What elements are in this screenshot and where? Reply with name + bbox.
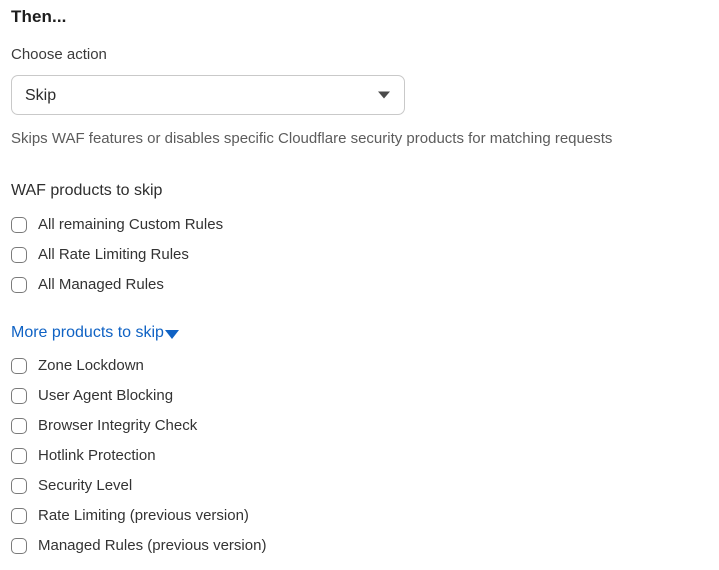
list-item-label: All remaining Custom Rules xyxy=(38,216,224,233)
list-item[interactable]: User Agent Blocking xyxy=(11,381,719,411)
list-item[interactable]: Browser Integrity Check xyxy=(11,411,719,441)
list-item-label: User Agent Blocking xyxy=(38,387,174,404)
list-item[interactable]: Managed Rules (previous version) xyxy=(11,531,719,561)
list-item-label: Rate Limiting (previous version) xyxy=(38,507,249,524)
checkbox-all-managed-rules[interactable] xyxy=(11,277,27,293)
page-title: Then... xyxy=(11,7,67,26)
choose-action-select[interactable]: Skip xyxy=(11,75,405,115)
then-action-panel: Then... Choose action Skip Skips WAF fea… xyxy=(0,0,719,561)
checkbox-rate-limiting-previous-version[interactable] xyxy=(11,508,27,524)
checkbox-browser-integrity-check[interactable] xyxy=(11,418,27,434)
choose-action-help-text: Skips WAF features or disables specific … xyxy=(11,130,613,147)
checkbox-all-remaining-custom-rules[interactable] xyxy=(11,217,27,233)
list-item-label: Hotlink Protection xyxy=(38,447,156,464)
list-item[interactable]: All Managed Rules xyxy=(11,270,719,300)
more-products-to-skip-label: More products to skip xyxy=(11,324,164,341)
waf-products-checkbox-list: All remaining Custom Rules All Rate Limi… xyxy=(11,200,719,300)
list-item-label: All Managed Rules xyxy=(38,276,164,293)
list-item-label: Browser Integrity Check xyxy=(38,417,198,434)
list-item[interactable]: Hotlink Protection xyxy=(11,441,719,471)
chevron-down-icon xyxy=(378,91,390,99)
checkbox-zone-lockdown[interactable] xyxy=(11,358,27,374)
list-item-label: All Rate Limiting Rules xyxy=(38,246,189,263)
list-item[interactable]: Security Level xyxy=(11,471,719,501)
list-item[interactable]: Zone Lockdown xyxy=(11,351,719,381)
choose-action-label: Choose action xyxy=(11,46,107,63)
list-item-label: Zone Lockdown xyxy=(38,357,144,374)
checkbox-security-level[interactable] xyxy=(11,478,27,494)
checkbox-hotlink-protection[interactable] xyxy=(11,448,27,464)
list-item-label: Security Level xyxy=(38,477,133,494)
more-products-checkbox-list: Zone Lockdown User Agent Blocking Browse… xyxy=(11,342,719,561)
waf-products-heading: WAF products to skip xyxy=(11,182,163,199)
choose-action-selected-value: Skip xyxy=(25,86,57,104)
list-item[interactable]: All Rate Limiting Rules xyxy=(11,240,719,270)
list-item[interactable]: Rate Limiting (previous version) xyxy=(11,501,719,531)
more-products-to-skip-link[interactable]: More products to skip xyxy=(11,300,179,342)
caret-down-icon xyxy=(164,330,179,339)
list-item-label: Managed Rules (previous version) xyxy=(38,537,267,554)
checkbox-managed-rules-previous-version[interactable] xyxy=(11,538,27,554)
checkbox-all-rate-limiting-rules[interactable] xyxy=(11,247,27,263)
checkbox-user-agent-blocking[interactable] xyxy=(11,388,27,404)
list-item[interactable]: All remaining Custom Rules xyxy=(11,210,719,240)
